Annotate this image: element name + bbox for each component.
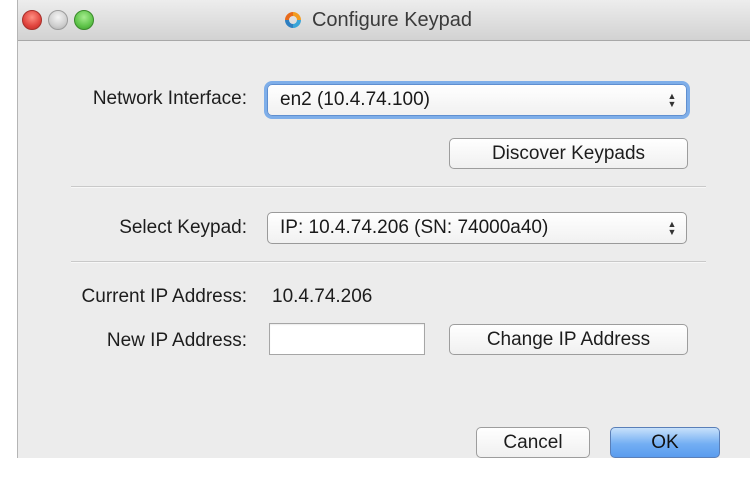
popup-arrows-icon: ▲ ▼: [667, 219, 677, 237]
change-ip-address-button[interactable]: Change IP Address: [449, 324, 688, 355]
cancel-button[interactable]: Cancel: [476, 427, 590, 458]
title-bar: Configure Keypad: [18, 0, 750, 41]
current-ip-label: Current IP Address:: [81, 286, 247, 307]
window-title: Configure Keypad: [311, 8, 473, 31]
popup-arrows-icon: ▲ ▼: [667, 91, 677, 109]
separator: [71, 261, 706, 263]
select-keypad-select[interactable]: IP: 10.4.74.206 (SN: 74000a40) ▲ ▼: [267, 212, 687, 244]
separator: [71, 186, 706, 188]
new-ip-input[interactable]: [269, 323, 425, 355]
select-keypad-value: IP: 10.4.74.206 (SN: 74000a40): [280, 217, 549, 238]
current-ip-value: 10.4.74.206: [272, 286, 373, 307]
new-ip-label: New IP Address:: [106, 330, 247, 351]
network-interface-select[interactable]: en2 (10.4.74.100) ▲ ▼: [267, 84, 687, 116]
app-icon: [284, 12, 301, 28]
ok-button[interactable]: OK: [610, 427, 720, 458]
select-keypad-label: Select Keypad:: [119, 217, 247, 238]
discover-keypads-button[interactable]: Discover Keypads: [449, 138, 688, 169]
title-area: Configure Keypad: [18, 0, 750, 40]
dialog-window: Configure Keypad Network Interface: en2 …: [17, 0, 750, 458]
network-interface-value: en2 (10.4.74.100): [280, 89, 431, 110]
network-interface-label: Network Interface:: [92, 88, 247, 109]
